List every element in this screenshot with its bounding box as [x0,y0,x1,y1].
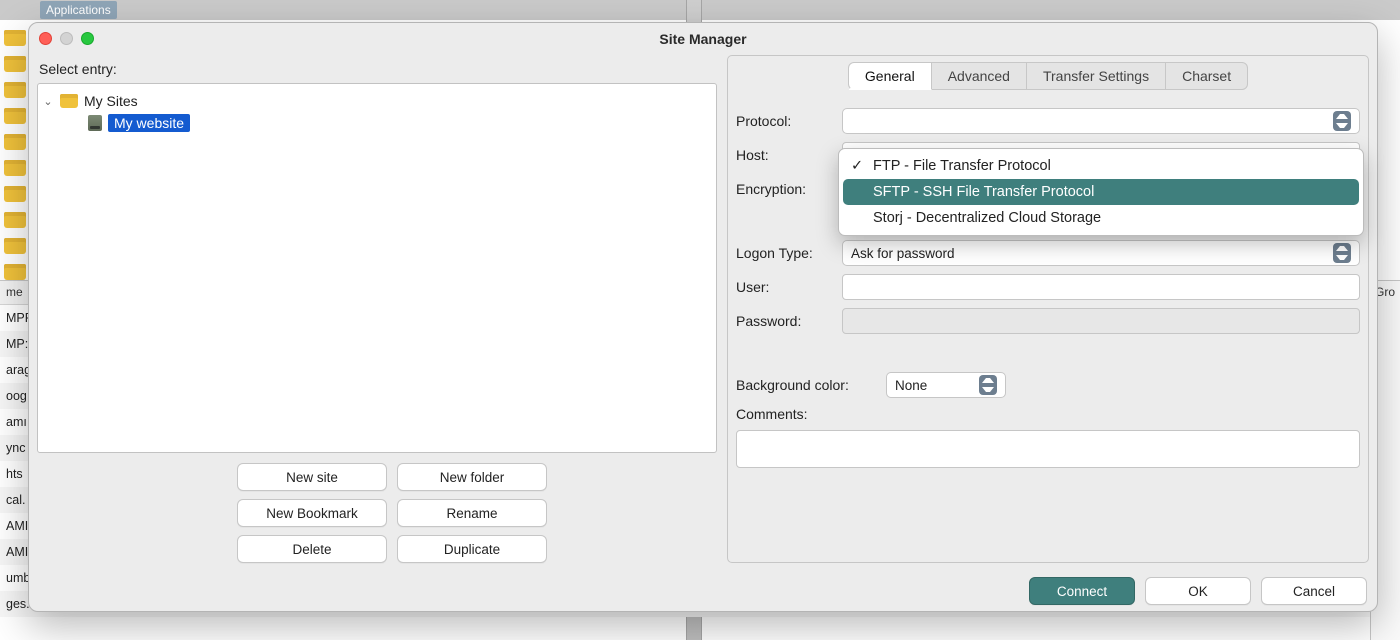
tree-item-label: My website [108,114,190,132]
dialog-footer: Connect OK Cancel [29,571,1377,611]
site-actions: New site New folder New Bookmark Rename … [37,463,717,563]
protocol-label: Protocol: [736,113,832,129]
tab-general[interactable]: General [848,62,932,90]
stepper-icon [979,375,997,395]
zoom-icon[interactable] [81,32,94,45]
host-label: Host: [736,147,832,163]
tab-transfer[interactable]: Transfer Settings [1027,62,1166,90]
logon-type-value: Ask for password [851,246,955,261]
logon-type-label: Logon Type: [736,245,832,261]
protocol-dropdown[interactable]: ✓ FTP - File Transfer Protocol SFTP - SSH … [838,148,1364,236]
check-icon: ✓ [851,158,865,174]
site-tree[interactable]: ⌄ My Sites My website [37,83,717,453]
new-site-button[interactable]: New site [237,463,387,491]
titlebar[interactable]: Site Manager [29,23,1377,55]
bg-path-tag: Applications [40,1,117,19]
duplicate-button[interactable]: Duplicate [397,535,547,563]
cancel-button[interactable]: Cancel [1261,577,1367,605]
protocol-option-label: Storj - Decentralized Cloud Storage [873,210,1101,226]
protocol-option[interactable]: SFTP - SSH File Transfer Protocol [843,179,1359,205]
logon-type-select[interactable]: Ask for password [842,240,1360,266]
window-title: Site Manager [659,31,746,47]
bg-color-label: Background color: [736,377,876,393]
tab-charset[interactable]: Charset [1166,62,1248,90]
tree-root-label: My Sites [84,93,138,109]
server-icon [88,115,102,131]
password-input [842,308,1360,334]
tab-advanced[interactable]: Advanced [932,62,1027,90]
general-form: Protocol: Host: Encryption: [736,108,1360,468]
right-panel: General Advanced Transfer Settings Chars… [727,55,1369,563]
comments-label: Comments: [736,406,832,422]
tree-root[interactable]: ⌄ My Sites [42,90,712,112]
close-icon[interactable] [39,32,52,45]
tab-bar: General Advanced Transfer Settings Chars… [736,62,1360,90]
minimize-icon[interactable] [60,32,73,45]
select-entry-label: Select entry: [37,55,717,83]
user-input[interactable] [842,274,1360,300]
bg-color-value: None [895,378,927,393]
protocol-option[interactable]: Storj - Decentralized Cloud Storage [839,205,1363,231]
bg-col-name: me [0,281,30,304]
bg-color-select[interactable]: None [886,372,1006,398]
protocol-select[interactable] [842,108,1360,134]
encryption-label: Encryption: [736,181,832,197]
delete-button[interactable]: Delete [237,535,387,563]
stepper-icon [1333,243,1351,263]
window-controls [39,32,94,45]
ok-button[interactable]: OK [1145,577,1251,605]
stepper-icon [1333,111,1351,131]
left-panel: Select entry: ⌄ My Sites My website New … [37,55,717,563]
folder-icon [60,94,78,108]
protocol-option-label: FTP - File Transfer Protocol [873,158,1051,174]
rename-button[interactable]: Rename [397,499,547,527]
new-bookmark-button[interactable]: New Bookmark [237,499,387,527]
tree-item-selected[interactable]: My website [42,112,712,134]
chevron-down-icon[interactable]: ⌄ [42,95,54,108]
password-label: Password: [736,313,832,329]
comments-textarea[interactable] [736,430,1360,468]
protocol-option-label: SFTP - SSH File Transfer Protocol [873,184,1094,200]
user-label: User: [736,279,832,295]
new-folder-button[interactable]: New folder [397,463,547,491]
protocol-option[interactable]: ✓ FTP - File Transfer Protocol [839,153,1363,179]
site-manager-window: Site Manager Select entry: ⌄ My Sites My… [28,22,1378,612]
connect-button[interactable]: Connect [1029,577,1135,605]
